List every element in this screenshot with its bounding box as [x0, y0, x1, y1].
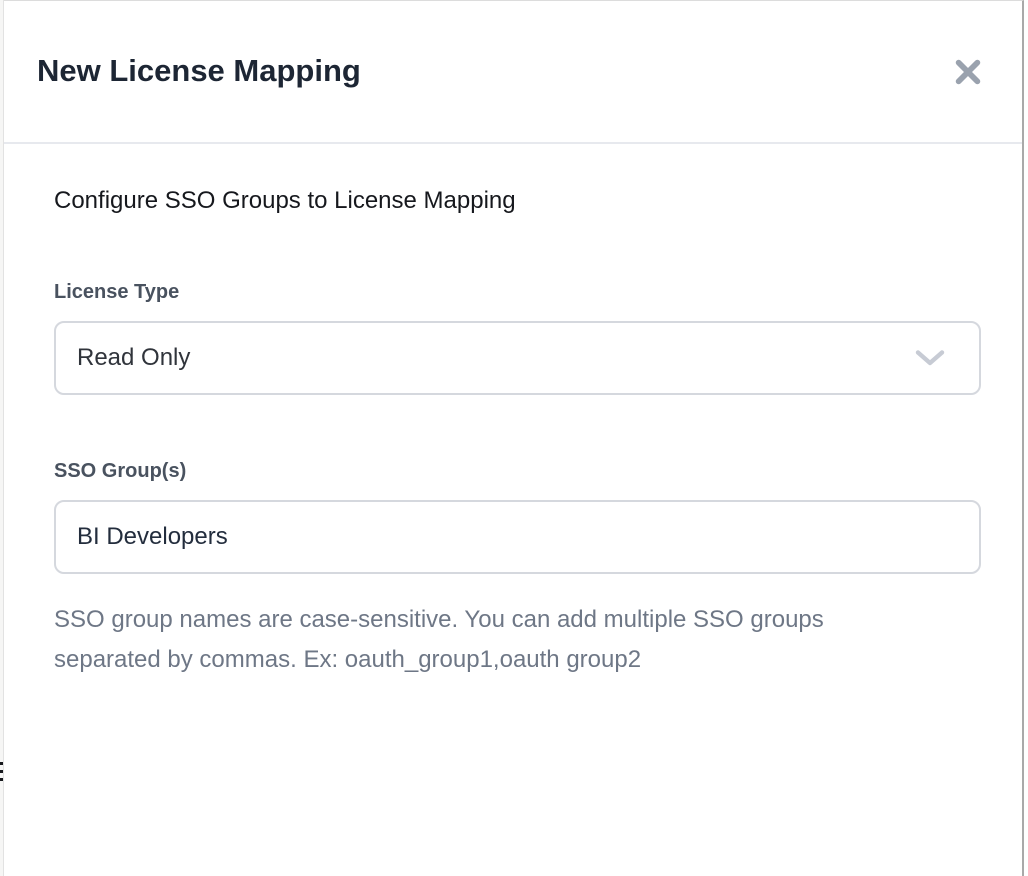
dialog-title: New License Mapping	[37, 54, 361, 88]
underlay-text-fragment	[0, 770, 3, 773]
dialog-body: Configure SSO Groups to License Mapping …	[4, 144, 1022, 680]
dialog-description: Configure SSO Groups to License Mapping	[54, 186, 972, 216]
close-icon	[953, 57, 983, 87]
sso-groups-input[interactable]	[54, 500, 981, 574]
dialog-header: New License Mapping	[4, 1, 1022, 144]
license-type-label: License Type	[54, 280, 972, 304]
sso-groups-label: SSO Group(s)	[54, 459, 972, 483]
close-button[interactable]	[951, 55, 985, 89]
new-license-mapping-dialog: New License Mapping Configure SSO Groups…	[4, 0, 1024, 876]
license-type-selected-value: Read Only	[77, 344, 190, 372]
sso-groups-helper-text: SSO group names are case-sensitive. You …	[54, 600, 934, 680]
license-type-field: License Type Read Only	[54, 280, 972, 395]
underlay-text-fragment	[0, 778, 3, 781]
license-type-select[interactable]: Read Only	[54, 321, 981, 395]
underlay-text-fragment	[0, 762, 3, 765]
background-right-sliver	[1024, 0, 1028, 876]
sso-groups-field: SSO Group(s) SSO group names are case-se…	[54, 459, 972, 680]
chevron-down-icon	[915, 349, 945, 367]
